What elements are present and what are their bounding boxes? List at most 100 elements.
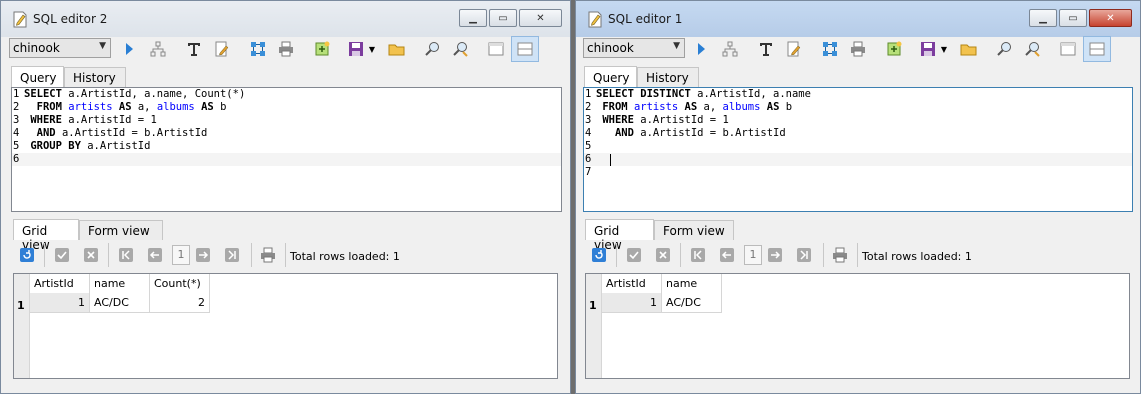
code-line[interactable]: 4 AND a.ArtistId = b.ArtistId [584, 127, 1132, 140]
tab-grid-view[interactable]: Grid view [585, 219, 654, 252]
column-header-name[interactable]: name [662, 274, 722, 293]
row-header-column [586, 274, 602, 378]
minimize-button[interactable]: ▁ [1029, 9, 1057, 27]
format-sql-button[interactable] [183, 38, 205, 60]
open-button[interactable] [386, 38, 408, 60]
results-grid[interactable]: 1 ArtistId name Count(*) 1 AC/DC 2 [13, 273, 558, 379]
edit-sql-button[interactable] [783, 38, 805, 60]
tab-grid-view[interactable]: Grid view [13, 219, 79, 252]
code-line[interactable]: 4 AND a.ArtistId = b.ArtistId [12, 127, 561, 140]
arrow-left-icon [148, 248, 162, 262]
grid-cell[interactable]: AC/DC [90, 293, 150, 313]
code-line[interactable]: 1 SELECT a.ArtistId, a.name, Count(*) [12, 88, 561, 101]
sql-editor[interactable]: 1 SELECT a.ArtistId, a.name, Count(*) 2 FR… [11, 87, 562, 212]
replace-button[interactable] [450, 38, 472, 60]
schema-button[interactable] [247, 38, 269, 60]
code-line[interactable]: 3 WHERE a.ArtistId = 1 [584, 114, 1132, 127]
save-button[interactable] [345, 38, 367, 60]
grid-cell[interactable]: 2 [150, 293, 210, 313]
title-bar[interactable]: SQL editor 2 ▁ ▭ ✕ [1, 1, 570, 37]
save-menu-button[interactable]: ▼ [366, 38, 378, 60]
grid-cell[interactable]: AC/DC [662, 293, 722, 313]
close-button[interactable]: ✕ [519, 9, 562, 27]
maximize-button[interactable]: ▭ [1059, 9, 1087, 27]
code-line[interactable]: 6 [12, 153, 561, 166]
new-query-button[interactable] [311, 38, 333, 60]
save-button[interactable] [917, 38, 939, 60]
page-number[interactable]: 1 [172, 245, 190, 265]
next-page-button[interactable] [193, 245, 213, 265]
tab-query[interactable]: Query [584, 66, 637, 87]
code-line[interactable]: 2 FROM artists AS a, albums AS b [584, 101, 1132, 114]
save-menu-button[interactable]: ▼ [938, 38, 950, 60]
commit-button[interactable] [624, 245, 644, 265]
refresh-button[interactable] [589, 245, 609, 265]
print-button[interactable] [275, 38, 297, 60]
replace-button[interactable] [1022, 38, 1044, 60]
open-button[interactable] [958, 38, 980, 60]
edit-sql-button[interactable] [211, 38, 233, 60]
first-page-button[interactable] [688, 245, 708, 265]
code-line[interactable]: 7 [584, 166, 1132, 179]
new-file-icon [887, 41, 902, 56]
code-line[interactable]: 5 [584, 140, 1132, 153]
previous-page-button[interactable] [717, 245, 737, 265]
print-button[interactable] [847, 38, 869, 60]
next-page-button[interactable] [765, 245, 785, 265]
column-header-count[interactable]: Count(*) [150, 274, 210, 293]
tab-history[interactable]: History [637, 67, 699, 87]
column-header-artistid[interactable]: ArtistId [602, 274, 662, 293]
find-button[interactable] [994, 38, 1016, 60]
single-panel-button[interactable] [1057, 38, 1079, 60]
print-results-button[interactable] [830, 245, 850, 265]
code-line[interactable]: 2 FROM artists AS a, albums AS b [12, 101, 561, 114]
maximize-button[interactable]: ▭ [489, 9, 517, 27]
results-grid[interactable]: 1 ArtistId name 1 AC/DC [585, 273, 1130, 379]
print-results-button[interactable] [258, 245, 278, 265]
execute-button[interactable] [118, 38, 140, 60]
format-sql-button[interactable] [755, 38, 777, 60]
tab-form-view[interactable]: Form view [79, 220, 163, 240]
last-page-icon [797, 248, 811, 262]
minimize-button[interactable]: ▁ [459, 9, 487, 27]
explain-plan-button[interactable] [147, 38, 169, 60]
column-header-artistid[interactable]: ArtistId [30, 274, 90, 293]
tab-query[interactable]: Query [11, 66, 64, 87]
grid-cell[interactable]: 1 [602, 293, 662, 313]
new-file-icon [315, 41, 330, 56]
last-page-button[interactable] [222, 245, 242, 265]
column-header-name[interactable]: name [90, 274, 150, 293]
grid-cell[interactable]: 1 [30, 293, 90, 313]
explain-plan-button[interactable] [719, 38, 741, 60]
close-button[interactable]: ✕ [1089, 9, 1132, 27]
title-bar[interactable]: SQL editor 1 ▁ ▭ ✕ [576, 1, 1140, 37]
sql-editor-icon [588, 11, 602, 28]
database-select[interactable]: chinook ▼ [9, 38, 111, 58]
last-page-button[interactable] [794, 245, 814, 265]
code-line[interactable]: 3 WHERE a.ArtistId = 1 [12, 114, 561, 127]
rollback-button[interactable] [81, 245, 101, 265]
schema-button[interactable] [819, 38, 841, 60]
first-page-button[interactable] [116, 245, 136, 265]
execute-button[interactable] [690, 38, 712, 60]
code-line[interactable]: 1 SELECT DISTINCT a.ArtistId, a.name [584, 88, 1132, 101]
commit-button[interactable] [52, 245, 72, 265]
database-select[interactable]: chinook ▼ [583, 38, 685, 58]
split-panel-button[interactable] [511, 36, 539, 62]
tab-history[interactable]: History [64, 67, 126, 87]
refresh-button[interactable] [17, 245, 37, 265]
page-number[interactable]: 1 [744, 245, 762, 265]
row-header-column [14, 274, 30, 378]
code-line[interactable]: 5 GROUP BY a.ArtistId [12, 140, 561, 153]
previous-page-button[interactable] [145, 245, 165, 265]
code-text: SELECT a.ArtistId, a.name, Count(*) [24, 88, 245, 101]
code-line[interactable]: 6 [584, 153, 1132, 166]
split-panel-button[interactable] [1083, 36, 1111, 62]
close-icon: ✕ [1106, 12, 1115, 24]
find-button[interactable] [422, 38, 444, 60]
new-query-button[interactable] [883, 38, 905, 60]
tab-form-view[interactable]: Form view [654, 220, 734, 240]
rollback-button[interactable] [653, 245, 673, 265]
single-panel-button[interactable] [485, 38, 507, 60]
sql-editor[interactable]: 1 SELECT DISTINCT a.ArtistId, a.name 2 FRO… [583, 87, 1133, 212]
